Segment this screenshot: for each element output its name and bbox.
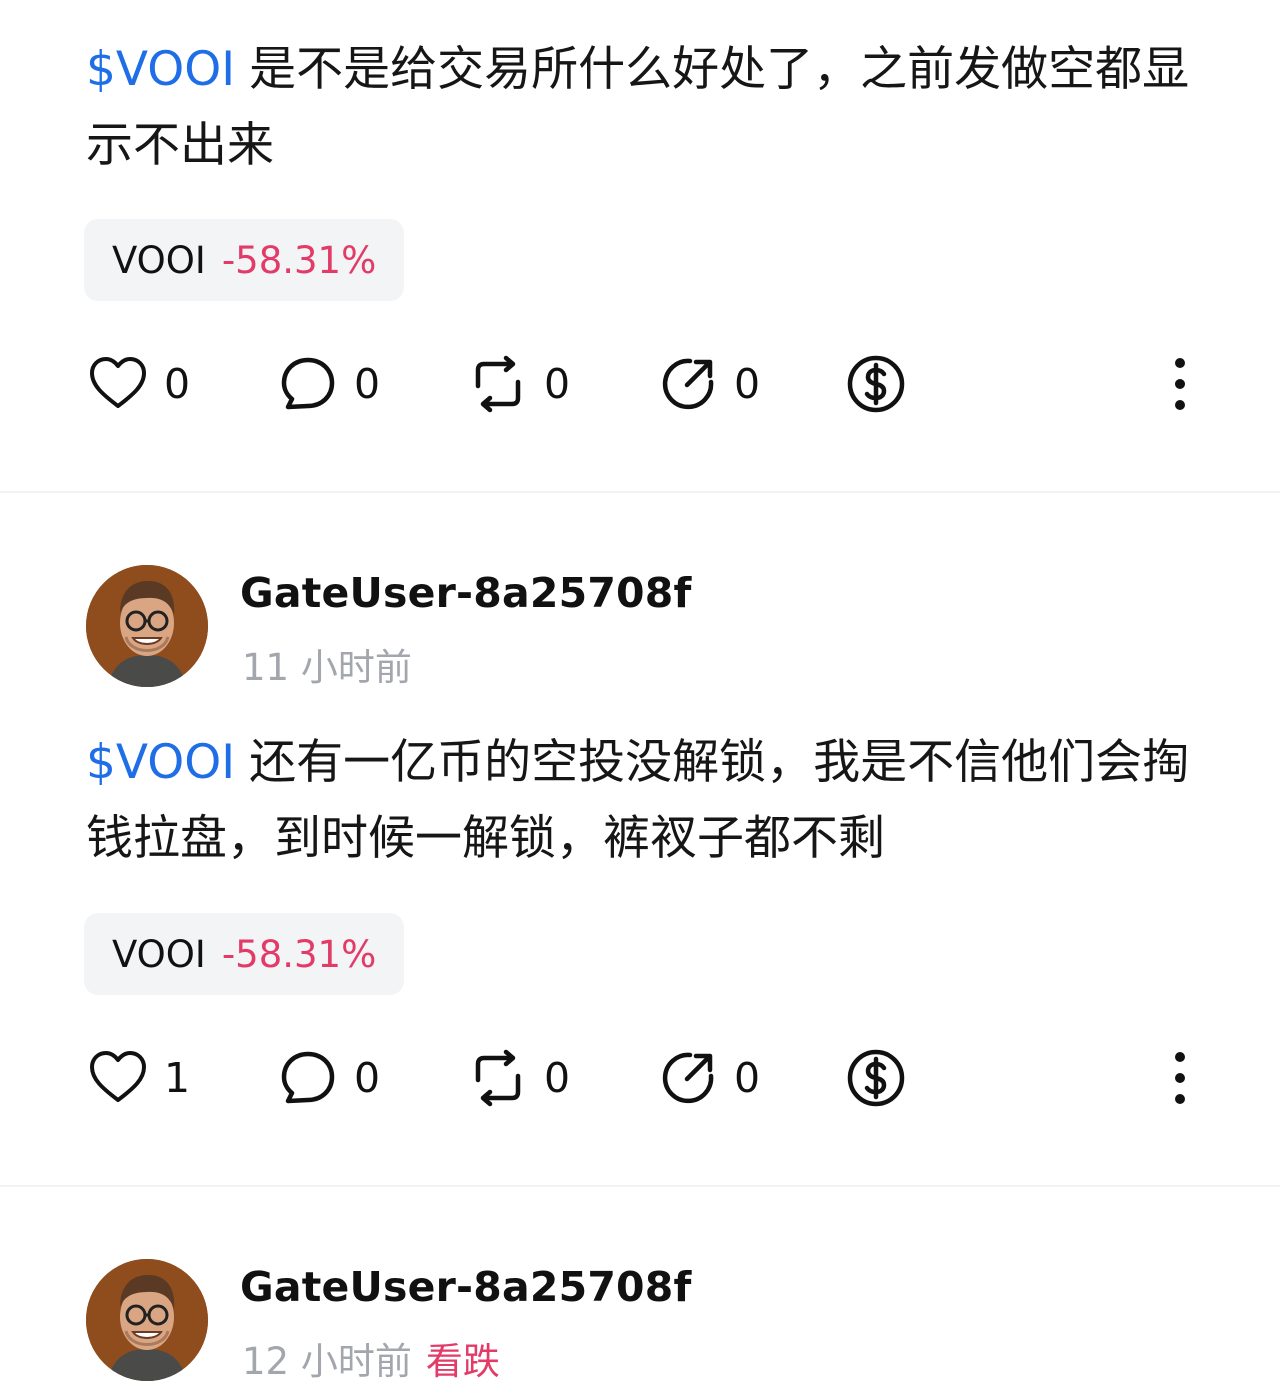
tip-button[interactable] xyxy=(846,1046,906,1110)
comment-count: 0 xyxy=(354,360,381,408)
share-icon xyxy=(662,1052,714,1104)
like-button[interactable]: 1 xyxy=(88,1046,190,1110)
post-meta: 11 小时前 xyxy=(242,637,412,691)
comment-bubble-icon xyxy=(281,357,335,410)
share-count: 0 xyxy=(734,360,761,408)
post-text[interactable]: $VOOI 是不是给交易所什么好处了，之前发做空都显示不出来 xyxy=(86,32,1196,184)
share-button[interactable]: 0 xyxy=(658,352,760,416)
sentiment-tag: 看跌 xyxy=(425,1340,500,1383)
post-feed: $VOOI 是不是给交易所什么好处了，之前发做空都显示不出来 VOOI -58.3… xyxy=(0,0,1280,1384)
more-vertical-icon xyxy=(1175,358,1185,410)
repost-icon xyxy=(475,1049,521,1107)
share-icon xyxy=(662,358,714,410)
more-vertical-icon xyxy=(1175,1052,1185,1104)
post-actions: 1 0 0 0 xyxy=(86,1046,1196,1110)
avatar-image xyxy=(86,1259,208,1381)
post-divider xyxy=(0,491,1280,493)
share-count: 0 xyxy=(734,1054,761,1102)
post-author: GateUser-8a25708f 12 小时前 看跌 xyxy=(86,1259,1186,1383)
post-body: 是不是给交易所什么好处了，之前发做空都显示不出来 xyxy=(86,42,1190,173)
ticker-chip[interactable]: VOOI -58.31% xyxy=(84,219,405,301)
avatar[interactable] xyxy=(86,565,208,687)
username[interactable]: GateUser-8a25708f xyxy=(240,569,692,617)
like-button[interactable]: 0 xyxy=(88,352,190,416)
heart-icon xyxy=(90,1051,146,1102)
ticker-change: -58.31% xyxy=(221,932,377,976)
dollar-coin-icon xyxy=(847,1049,905,1107)
cashtag-link[interactable]: $VOOI xyxy=(86,42,235,97)
share-button[interactable]: 0 xyxy=(658,1046,760,1110)
post-author: GateUser-8a25708f 11 小时前 xyxy=(86,565,1186,689)
more-options-button[interactable] xyxy=(1166,352,1194,416)
dollar-coin-icon xyxy=(847,355,905,413)
ticker-change: -58.31% xyxy=(221,238,377,282)
username[interactable]: GateUser-8a25708f xyxy=(240,1263,692,1311)
post-time: 12 小时前 xyxy=(242,1340,412,1383)
post-actions: 0 0 0 0 xyxy=(86,352,1196,416)
more-options-button[interactable] xyxy=(1166,1046,1194,1110)
like-count: 0 xyxy=(164,360,191,408)
post-body: 还有一亿币的空投没解锁，我是不信他们会掏钱拉盘，到时候一解锁，裤衩子都不剩 xyxy=(86,735,1190,866)
cashtag-link[interactable]: $VOOI xyxy=(86,735,235,790)
like-count: 1 xyxy=(164,1054,191,1102)
repost-button[interactable]: 0 xyxy=(468,352,570,416)
repost-count: 0 xyxy=(544,360,571,408)
comment-bubble-icon xyxy=(281,1051,335,1104)
ticker-symbol: VOOI xyxy=(112,238,206,282)
avatar[interactable] xyxy=(86,1259,208,1381)
post-text[interactable]: $VOOI 还有一亿币的空投没解锁，我是不信他们会掏钱拉盘，到时候一解锁，裤衩子都… xyxy=(86,725,1196,877)
comment-button[interactable]: 0 xyxy=(278,352,380,416)
ticker-chip[interactable]: VOOI -58.31% xyxy=(84,913,405,995)
repost-button[interactable]: 0 xyxy=(468,1046,570,1110)
repost-icon xyxy=(475,355,521,413)
repost-count: 0 xyxy=(544,1054,571,1102)
tip-button[interactable] xyxy=(846,352,906,416)
post-divider xyxy=(0,1185,1280,1187)
avatar-image xyxy=(86,565,208,687)
post-meta: 12 小时前 看跌 xyxy=(242,1331,500,1385)
ticker-symbol: VOOI xyxy=(112,932,206,976)
comment-button[interactable]: 0 xyxy=(278,1046,380,1110)
heart-icon xyxy=(90,357,146,408)
comment-count: 0 xyxy=(354,1054,381,1102)
post-time: 11 小时前 xyxy=(242,646,412,689)
